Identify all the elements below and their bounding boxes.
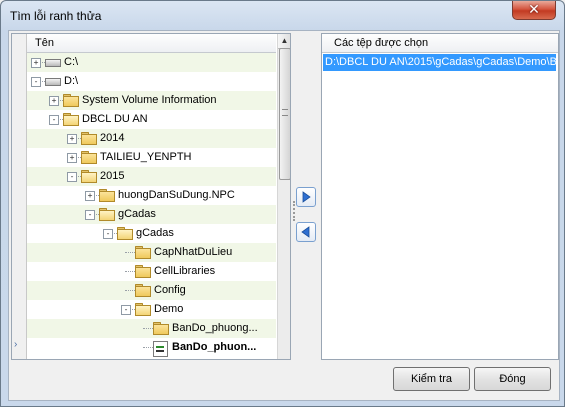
expand-icon[interactable]: + <box>49 96 59 106</box>
close-window-button[interactable]: ✕ <box>512 1 556 20</box>
file-icon <box>153 341 168 357</box>
folder-open-icon <box>81 170 97 183</box>
title-bar: Tìm lỗi ranh thửa ✕ <box>1 1 564 31</box>
arrow-left-icon <box>301 226 310 238</box>
folder-icon <box>63 94 79 107</box>
close-button-label: Đóng <box>499 373 526 385</box>
window-title: Tìm lỗi ranh thửa <box>10 9 102 23</box>
expand-icon[interactable]: + <box>31 58 41 68</box>
tree-row[interactable]: - Demo <box>27 300 276 319</box>
tree-column-header[interactable]: Tên <box>27 34 276 53</box>
tree-row[interactable]: Config <box>27 281 276 300</box>
expand-icon[interactable]: + <box>67 134 77 144</box>
tree-row[interactable]: + huongDanSuDung.NPC <box>27 186 276 205</box>
tree-row[interactable]: - DBCL DU AN <box>27 110 276 129</box>
tree-row-label: gCadas <box>118 208 156 220</box>
tree-row-label: D:\ <box>64 75 79 87</box>
tree-row-label: DBCL DU AN <box>82 113 148 125</box>
drive-icon <box>45 78 61 86</box>
tree-rows: + C:\ - D:\ + System Volume Information - DBCL … <box>27 53 276 359</box>
tree-row[interactable]: BanDo_phuon... <box>27 338 276 357</box>
tree-row[interactable]: - gCadas <box>27 224 276 243</box>
tree-row-label: C:\ <box>64 56 79 68</box>
collapse-icon[interactable]: - <box>49 115 59 125</box>
tree-row[interactable]: BanDo_phuong... <box>27 319 276 338</box>
tree-row-label: Config <box>154 284 186 296</box>
tree-row-label: 2014 <box>100 132 125 144</box>
tree-row[interactable]: - gCadas <box>27 205 276 224</box>
dialog-window: Tìm lỗi ranh thửa ✕ › Tên + C:\ - D:\ + Syste… <box>0 0 565 407</box>
tree-row[interactable]: CellLibraries <box>27 262 276 281</box>
check-button-label: Kiểm tra <box>411 373 452 385</box>
folder-open-icon <box>63 113 79 126</box>
close-icon: ✕ <box>528 2 540 18</box>
add-selected-button[interactable] <box>296 187 316 207</box>
tree-row[interactable]: - 2015 <box>27 167 276 186</box>
tree-row-label: CellLibraries <box>154 265 216 277</box>
close-button[interactable]: Đóng <box>474 367 551 391</box>
expand-icon[interactable]: + <box>85 191 95 201</box>
scrollbar-thumb[interactable] <box>279 48 290 180</box>
folder-open-icon <box>135 303 151 316</box>
folder-icon <box>135 284 151 297</box>
collapse-icon[interactable]: - <box>103 229 113 239</box>
tree-row-label: TAILIEU_YENPTH <box>100 151 192 163</box>
tree-row-label: System Volume Information <box>82 94 217 106</box>
folder-icon <box>81 151 97 164</box>
tree-gutter: › <box>12 34 27 359</box>
tree-row[interactable]: + C:\ <box>27 53 276 72</box>
tree-row-label: BanDo_phuong... <box>172 322 258 334</box>
tree-row[interactable]: - D:\ <box>27 72 276 91</box>
tree-row-label: Demo <box>154 303 184 315</box>
selected-files-panel: Các tệp được chọn D:\DBCL DU AN\2015\gCa… <box>321 33 559 360</box>
remove-selected-button[interactable] <box>296 222 316 242</box>
folder-open-icon <box>99 208 115 221</box>
tree-row-label: 2015 <box>100 170 125 182</box>
folder-tree-panel: › Tên + C:\ - D:\ + System Volume Information… <box>11 33 291 360</box>
dialog-client: › Tên + C:\ - D:\ + System Volume Information… <box>8 30 560 401</box>
folder-open-icon <box>117 227 133 240</box>
folder-icon <box>135 265 151 278</box>
selected-files-header-label: Các tệp được chọn <box>334 37 429 49</box>
tree-vertical-scrollbar[interactable]: ▲ <box>277 34 290 359</box>
tree-row[interactable]: + System Volume Information <box>27 91 276 110</box>
tree-row-label: CapNhatDuLieu <box>154 246 233 258</box>
panel-splitter[interactable] <box>292 33 321 358</box>
drive-icon <box>45 59 61 67</box>
tree-row-label: huongDanSuDung.NPC <box>118 189 235 201</box>
tree-row[interactable]: + TAILIEU_YENPTH <box>27 148 276 167</box>
tree-row[interactable]: CapNhatDuLieu <box>27 243 276 262</box>
folder-icon <box>135 246 151 259</box>
tree-row-label: gCadas <box>136 227 174 239</box>
selected-file-item[interactable]: D:\DBCL DU AN\2015\gCadas\gCadas\Demo\Ba <box>323 54 556 71</box>
arrow-right-icon <box>302 191 311 203</box>
expand-icon[interactable]: + <box>67 153 77 163</box>
tree-row[interactable]: +2014 <box>27 129 276 148</box>
scroll-up-icon[interactable]: ▲ <box>278 34 290 49</box>
chevron-right-icon: › <box>14 339 18 350</box>
collapse-icon[interactable]: - <box>31 77 41 87</box>
collapse-icon[interactable]: - <box>121 305 131 315</box>
folder-icon <box>81 132 97 145</box>
collapse-icon[interactable]: - <box>85 210 95 220</box>
selected-files-header[interactable]: Các tệp được chọn <box>322 34 558 53</box>
tree-column-header-label: Tên <box>35 37 54 49</box>
folder-icon <box>99 189 115 202</box>
collapse-icon[interactable]: - <box>67 172 77 182</box>
folder-icon <box>153 322 169 335</box>
tree-row-label: BanDo_phuon... <box>172 341 257 353</box>
selected-file-path: D:\DBCL DU AN\2015\gCadas\gCadas\Demo\Ba <box>325 56 556 68</box>
check-button[interactable]: Kiểm tra <box>393 367 470 391</box>
